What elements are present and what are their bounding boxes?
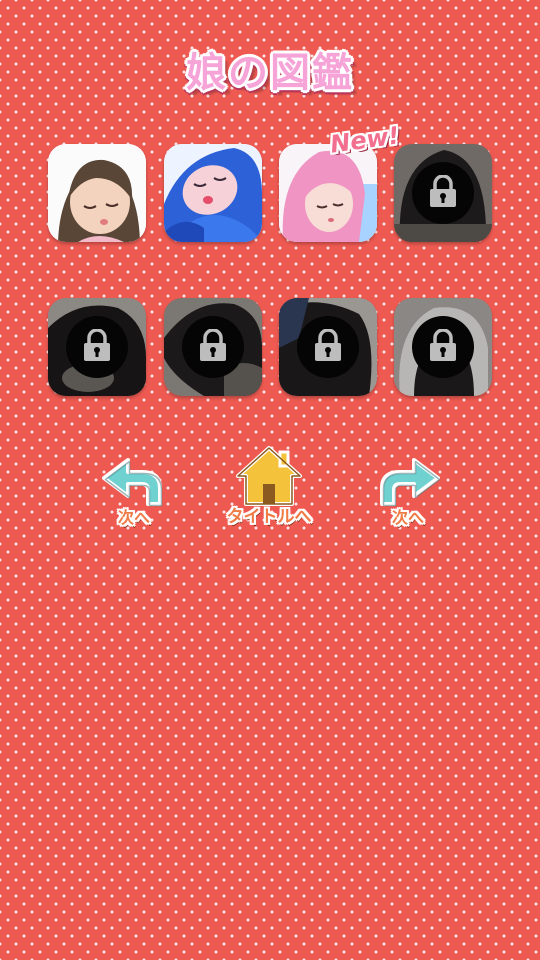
curved-arrow-right-icon	[380, 458, 441, 507]
house-icon	[236, 446, 302, 506]
sleeping-girl-portrait	[48, 144, 146, 242]
title-screen-label: タイトルへ	[226, 507, 312, 527]
page-title: 娘の図鑑	[186, 50, 354, 96]
lock-icon	[84, 329, 110, 361]
sleeping-girl-portrait	[279, 144, 377, 242]
lock-badge	[182, 316, 244, 378]
lock-icon	[430, 175, 456, 207]
lock-icon	[315, 329, 341, 361]
gallery-card-1[interactable]	[48, 144, 146, 242]
lock-badge	[412, 162, 474, 224]
gallery-card-2[interactable]	[164, 144, 262, 242]
next-page-label: 次へ	[391, 508, 424, 527]
gallery-card-7-locked[interactable]	[279, 298, 377, 396]
sleeping-girl-portrait	[164, 144, 262, 242]
curved-arrow-left-icon	[102, 458, 163, 507]
gallery-card-5-locked[interactable]	[48, 298, 146, 396]
lock-badge	[412, 316, 474, 378]
new-badge: New!	[328, 121, 402, 159]
lock-icon	[430, 329, 456, 361]
title-screen-button[interactable]: タイトルへ	[214, 444, 324, 530]
prev-page-button[interactable]: 次へ	[98, 454, 170, 530]
prev-page-label: 次へ	[117, 508, 150, 527]
lock-badge	[66, 316, 128, 378]
lock-badge	[297, 316, 359, 378]
gallery-card-6-locked[interactable]	[164, 298, 262, 396]
gallery-card-3[interactable]	[279, 144, 377, 242]
next-page-button[interactable]: 次へ	[372, 454, 444, 530]
gallery-card-4-locked[interactable]	[394, 144, 492, 242]
lock-icon	[200, 329, 226, 361]
gallery-card-8-locked[interactable]	[394, 298, 492, 396]
